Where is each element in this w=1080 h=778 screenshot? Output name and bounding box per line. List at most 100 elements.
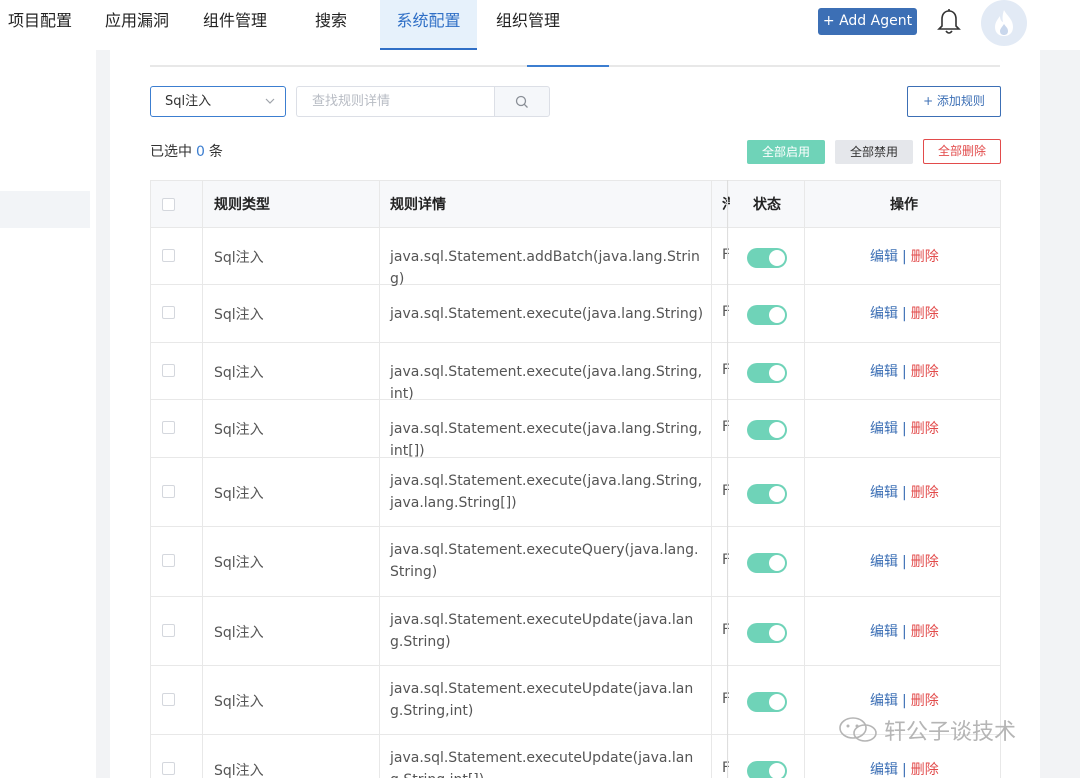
row-checkbox[interactable]	[162, 762, 175, 775]
action-separator: |	[902, 364, 907, 380]
edit-link[interactable]: 编辑	[870, 554, 898, 570]
action-separator: |	[902, 421, 907, 437]
nav-item-org-management[interactable]: 组织管理	[496, 0, 560, 50]
add-agent-button[interactable]: + Add Agent	[818, 8, 917, 35]
rule-type-select-value: Sql注入	[165, 94, 212, 109]
cell-rule-detail: java.sql.Statement.executeQuery(java.lan…	[390, 542, 699, 580]
action-separator: |	[902, 485, 907, 501]
delete-link[interactable]: 删除	[911, 693, 939, 709]
top-nav: 项目配置 应用漏洞 组件管理 搜索 系统配置 组织管理 + Add Agent	[0, 0, 1080, 50]
enable-all-button[interactable]: 全部启用	[747, 140, 825, 164]
search-input[interactable]	[296, 86, 495, 117]
delete-link[interactable]: 删除	[911, 762, 939, 778]
row-actions: 编辑 | 删除	[870, 551, 939, 571]
row-checkbox[interactable]	[162, 693, 175, 706]
row-checkbox[interactable]	[162, 249, 175, 262]
cell-rule-detail: java.sql.Statement.execute(java.lang.Str…	[390, 364, 703, 402]
edit-link[interactable]: 编辑	[870, 485, 898, 501]
cell-rule-detail: java.sql.Statement.execute(java.lang.Str…	[390, 306, 704, 322]
rules-table: 规则类型 规则详情 汽 状态 操作 Sql注入 java.sql.Statemen…	[150, 180, 1001, 778]
table-row: Sql注入 java.sql.Statement.execute(java.lan…	[150, 458, 1001, 527]
status-toggle[interactable]	[747, 420, 787, 440]
status-toggle[interactable]	[747, 692, 787, 712]
column-divider	[379, 180, 380, 778]
cell-rule-type: Sql注入	[214, 307, 264, 323]
cell-rule-type: Sql注入	[214, 486, 264, 502]
delete-all-button[interactable]: 全部删除	[923, 139, 1001, 164]
delete-link[interactable]: 删除	[911, 554, 939, 570]
edit-link[interactable]: 编辑	[870, 762, 898, 778]
cell-rule-type: Sql注入	[214, 365, 264, 381]
status-toggle[interactable]	[747, 248, 787, 268]
edit-link[interactable]: 编辑	[870, 693, 898, 709]
select-all-checkbox[interactable]	[162, 198, 175, 211]
row-actions: 编辑 | 删除	[870, 418, 939, 438]
delete-link[interactable]: 删除	[911, 306, 939, 322]
cell-rule-detail: java.sql.Statement.addBatch(java.lang.St…	[390, 249, 700, 287]
row-checkbox[interactable]	[162, 624, 175, 637]
status-toggle[interactable]	[747, 623, 787, 643]
header-rule-type: 规则类型	[214, 197, 270, 213]
table-row: Sql注入 java.sql.Statement.execute(java.lan…	[150, 400, 1001, 459]
sidebar-divider	[96, 50, 110, 778]
cell-rule-detail: java.sql.Statement.executeUpdate(java.la…	[390, 612, 694, 650]
row-checkbox[interactable]	[162, 554, 175, 567]
header-status: 状态	[753, 197, 781, 213]
status-toggle[interactable]	[747, 761, 787, 778]
column-divider	[202, 180, 203, 778]
selection-number: 0	[196, 144, 205, 160]
row-actions: 编辑 | 删除	[870, 621, 939, 641]
status-toggle[interactable]	[747, 363, 787, 383]
nav-item-project-config[interactable]: 项目配置	[8, 0, 72, 50]
delete-link[interactable]: 删除	[911, 249, 939, 265]
edit-link[interactable]: 编辑	[870, 364, 898, 380]
status-toggle[interactable]	[747, 484, 787, 504]
column-divider	[804, 180, 805, 778]
action-separator: |	[902, 249, 907, 265]
search-button[interactable]	[494, 86, 550, 117]
row-checkbox[interactable]	[162, 421, 175, 434]
subtab-active-indicator	[527, 65, 609, 67]
row-actions: 编辑 | 删除	[870, 361, 939, 381]
cell-rule-type: Sql注入	[214, 422, 264, 438]
action-separator: |	[902, 624, 907, 640]
nav-item-system-config[interactable]: 系统配置	[380, 0, 477, 50]
edit-link[interactable]: 编辑	[870, 421, 898, 437]
status-toggle[interactable]	[747, 305, 787, 325]
edit-link[interactable]: 编辑	[870, 249, 898, 265]
nav-item-app-vulns[interactable]: 应用漏洞	[105, 0, 169, 50]
edit-link[interactable]: 编辑	[870, 306, 898, 322]
cell-rule-type: Sql注入	[214, 555, 264, 571]
column-divider	[711, 180, 712, 778]
cell-rule-detail: java.sql.Statement.execute(java.lang.Str…	[390, 473, 703, 511]
table-row: Sql注入 java.sql.Statement.executeQuery(jav…	[150, 527, 1001, 597]
nav-item-search[interactable]: 搜索	[315, 0, 347, 50]
nav-item-components[interactable]: 组件管理	[203, 0, 267, 50]
delete-link[interactable]: 删除	[911, 624, 939, 640]
flame-icon	[995, 10, 1013, 36]
header-rule-detail: 规则详情	[390, 197, 446, 213]
cell-rule-type: Sql注入	[214, 250, 264, 266]
bell-icon[interactable]	[936, 8, 962, 36]
add-rule-button[interactable]: + 添加规则	[907, 86, 1001, 117]
row-checkbox[interactable]	[162, 485, 175, 498]
sidebar-item-selected[interactable]	[0, 191, 90, 228]
row-checkbox[interactable]	[162, 306, 175, 319]
avatar[interactable]	[981, 0, 1027, 46]
delete-link[interactable]: 删除	[911, 364, 939, 380]
row-checkbox[interactable]	[162, 364, 175, 377]
watermark-text: 轩公子谈技术	[884, 720, 1017, 745]
cell-rule-type: Sql注入	[214, 763, 264, 778]
cell-rule-type: Sql注入	[214, 625, 264, 641]
table-header: 规则类型 规则详情 汽 状态 操作	[150, 180, 1001, 228]
action-separator: |	[902, 306, 907, 322]
status-toggle[interactable]	[747, 553, 787, 573]
right-margin	[1040, 50, 1080, 778]
rule-type-select[interactable]: Sql注入	[150, 86, 286, 117]
delete-link[interactable]: 删除	[911, 485, 939, 501]
disable-all-button[interactable]: 全部禁用	[835, 140, 913, 164]
delete-link[interactable]: 删除	[911, 421, 939, 437]
chevron-down-icon	[265, 98, 275, 104]
search-icon	[515, 95, 528, 108]
edit-link[interactable]: 编辑	[870, 624, 898, 640]
